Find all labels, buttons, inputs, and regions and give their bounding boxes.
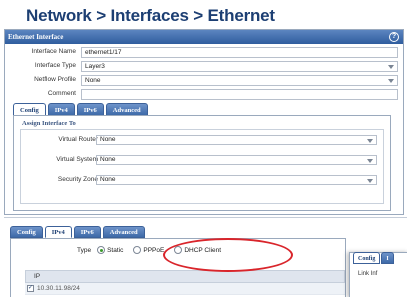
table-row[interactable]: ✓ 10.30.11.98/24: [25, 283, 345, 295]
radio-static[interactable]: Static: [97, 246, 123, 254]
interface-type-label: Interface Type: [34, 62, 76, 69]
zoom-tab-advanced[interactable]: Advanced: [102, 226, 145, 238]
dhcp-highlight-ellipse: [163, 238, 293, 272]
radio-static-label: Static: [107, 246, 124, 254]
interface-type-row: Interface Type Layer3: [5, 61, 403, 72]
ethernet-interface-dialog: Ethernet Interface ? Interface Name ethe…: [4, 29, 404, 215]
interface-name-row: Interface Name ethernet1/17: [5, 47, 403, 58]
radio-pppoe-label: PPPoE: [143, 246, 165, 254]
dialog-header: Ethernet Interface ?: [5, 30, 403, 44]
virtual-router-select[interactable]: None: [96, 135, 377, 145]
virtual-system-row: Virtual System None: [21, 155, 383, 165]
zoom-tabs: Config IPv4 IPv6 Advanced: [10, 226, 145, 238]
security-zone-label: Security Zone: [57, 176, 98, 183]
radio-static-control[interactable]: [97, 246, 106, 254]
help-icon[interactable]: ?: [389, 32, 399, 42]
virtual-system-select[interactable]: None: [96, 155, 377, 165]
side-tabs: Config I: [353, 252, 394, 264]
radio-pppoe-control[interactable]: [133, 246, 142, 254]
overlapping-side-panel: Config I Link Inf: [349, 252, 407, 297]
virtual-router-label: Virtual Router: [58, 136, 98, 143]
interface-name-field[interactable]: ethernet1/17: [81, 47, 398, 58]
page-title: Network > Interfaces > Ethernet: [26, 6, 275, 25]
security-zone-row: Security Zone None: [21, 175, 383, 185]
interface-name-label: Interface Name: [31, 48, 76, 55]
ipv4-zoom-panel: Config IPv4 IPv6 Advanced Type Static PP…: [4, 217, 407, 297]
ip-column-header: IP: [25, 270, 345, 283]
comment-field[interactable]: [81, 89, 398, 100]
zoom-tab-ipv4[interactable]: IPv4: [44, 226, 72, 238]
assign-interface-box: Virtual Router None Virtual System None …: [20, 129, 384, 204]
link-info-label: Link Inf: [358, 271, 378, 277]
comment-row: Comment: [5, 89, 403, 100]
radio-pppoe[interactable]: PPPoE: [133, 246, 164, 254]
netflow-profile-row: Netflow Profile None: [5, 75, 403, 86]
type-label: Type: [77, 246, 92, 254]
zoom-tab-ipv6[interactable]: IPv6: [73, 226, 101, 238]
comment-label: Comment: [47, 90, 76, 97]
netflow-profile-select[interactable]: None: [81, 75, 398, 86]
interface-type-select[interactable]: Layer3: [81, 61, 398, 72]
side-tab-config[interactable]: Config: [353, 252, 381, 264]
security-zone-select[interactable]: None: [96, 175, 377, 185]
virtual-router-row: Virtual Router None: [21, 135, 383, 145]
row-checkbox[interactable]: ✓: [27, 285, 34, 292]
zoom-tab-config[interactable]: Config: [10, 226, 43, 238]
ip-table: IP ✓ 10.30.11.98/24: [25, 270, 345, 295]
assign-interface-title: Assign Interface To: [22, 120, 76, 127]
config-tab-panel: Assign Interface To Virtual Router None …: [13, 115, 391, 211]
side-tab-ipv4[interactable]: I: [381, 252, 394, 264]
ip-address-value: 10.30.11.98/24: [37, 285, 80, 292]
virtual-system-label: Virtual System: [56, 156, 98, 163]
dialog-title: Ethernet Interface: [8, 33, 64, 41]
netflow-profile-label: Netflow Profile: [34, 76, 76, 83]
